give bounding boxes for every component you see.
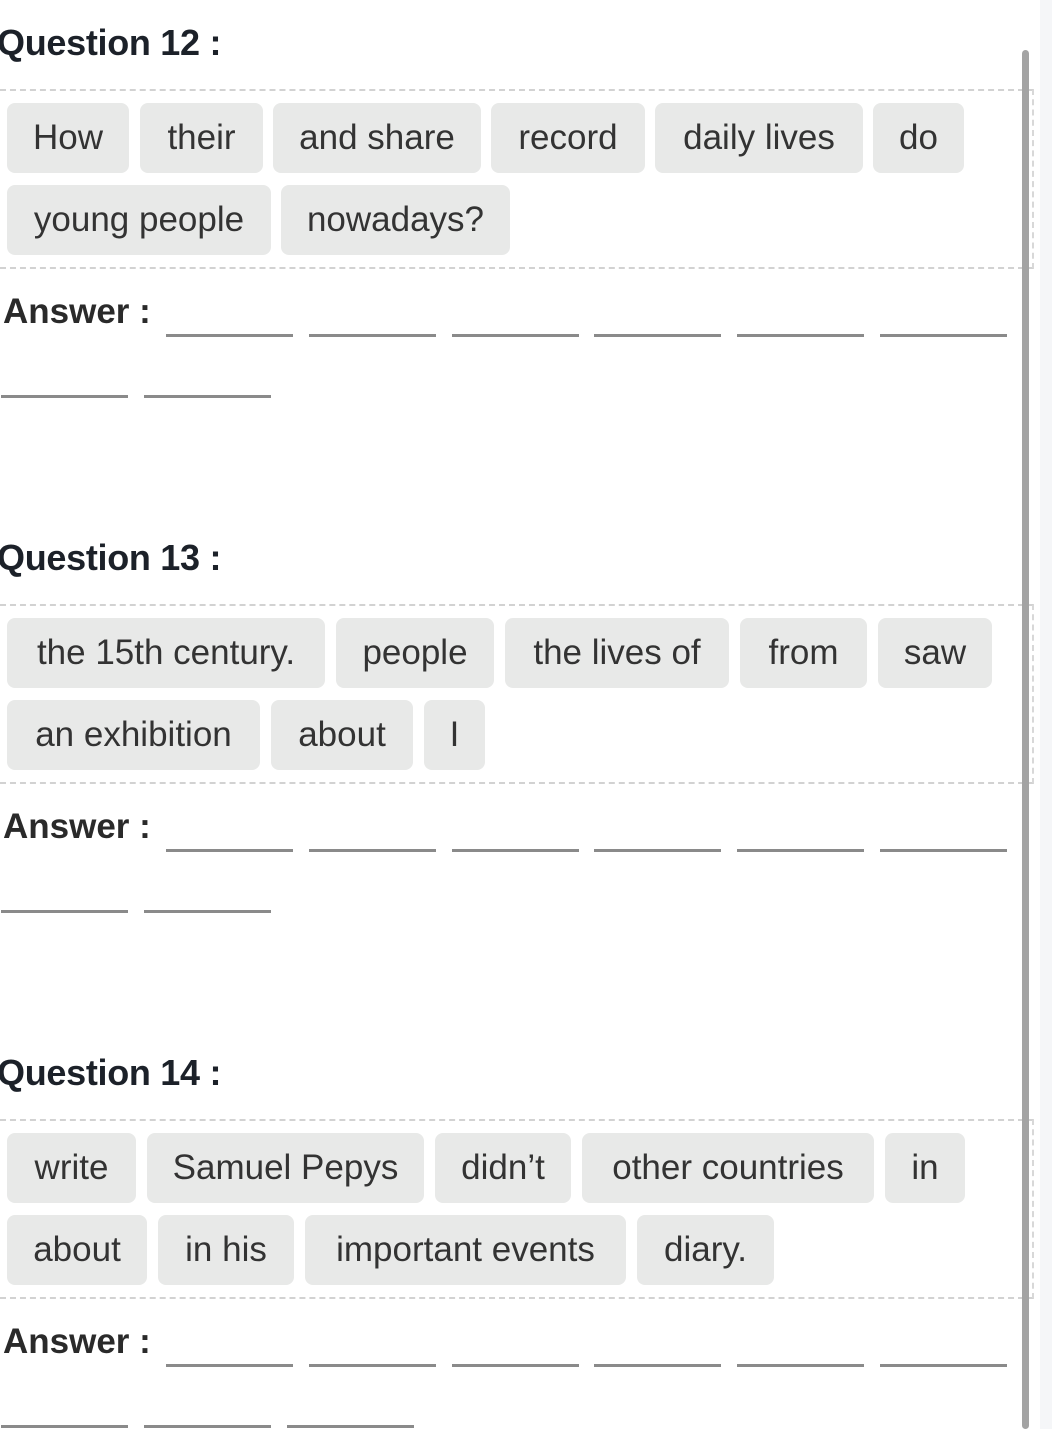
answer-blank[interactable] xyxy=(1,395,128,398)
word-bank: How their and share record daily lives d… xyxy=(0,89,1034,269)
answer-blank[interactable] xyxy=(166,334,293,337)
word-chip[interactable]: saw xyxy=(878,618,992,688)
answer-label: Answer : xyxy=(3,807,151,846)
answer-blank[interactable] xyxy=(880,334,1007,337)
word-chip[interactable]: their xyxy=(140,103,263,173)
answer-blank[interactable] xyxy=(880,849,1007,852)
word-chip[interactable]: the 15th century. xyxy=(7,618,325,688)
word-chip[interactable]: record xyxy=(491,103,645,173)
answer-blank[interactable] xyxy=(452,1364,579,1367)
word-chip[interactable]: write xyxy=(7,1133,136,1203)
word-chip[interactable]: in his xyxy=(158,1215,294,1285)
vertical-scrollbar[interactable] xyxy=(1022,50,1029,1429)
word-chip[interactable]: How xyxy=(7,103,129,173)
answer-blank[interactable] xyxy=(452,334,579,337)
answer-blank[interactable] xyxy=(287,1425,414,1428)
answer-label: Answer : xyxy=(3,292,151,331)
answer-blank[interactable] xyxy=(594,1364,721,1367)
word-bank: write Samuel Pepys didn’t other countrie… xyxy=(0,1119,1034,1299)
answer-blank[interactable] xyxy=(144,395,271,398)
word-chip[interactable]: I xyxy=(424,700,485,770)
answer-blank[interactable] xyxy=(166,1364,293,1367)
answer-blank[interactable] xyxy=(144,1425,271,1428)
answer-blank[interactable] xyxy=(309,1364,436,1367)
answer-blank[interactable] xyxy=(1,1425,128,1428)
answer-blank[interactable] xyxy=(737,1364,864,1367)
word-chip[interactable]: important events xyxy=(305,1215,626,1285)
question-title: Question 13 : xyxy=(0,537,222,578)
word-bank: the 15th century. people the lives of fr… xyxy=(0,604,1034,784)
answer-blank[interactable] xyxy=(166,849,293,852)
word-chip[interactable]: didn’t xyxy=(435,1133,571,1203)
answer-blank[interactable] xyxy=(309,849,436,852)
answer-label: Answer : xyxy=(3,1322,151,1361)
word-chip[interactable]: about xyxy=(271,700,413,770)
answer-blank[interactable] xyxy=(1,910,128,913)
word-chip[interactable]: an exhibition xyxy=(7,700,260,770)
question-title: Question 12 : xyxy=(0,22,222,63)
answer-blank[interactable] xyxy=(309,334,436,337)
answer-blank[interactable] xyxy=(594,334,721,337)
word-chip[interactable]: nowadays? xyxy=(281,185,510,255)
word-chip[interactable]: about xyxy=(7,1215,147,1285)
word-chip[interactable]: do xyxy=(873,103,964,173)
answer-blank[interactable] xyxy=(144,910,271,913)
answer-blank[interactable] xyxy=(452,849,579,852)
word-chip[interactable]: daily lives xyxy=(655,103,863,173)
word-chip[interactable]: young people xyxy=(7,185,271,255)
word-chip[interactable]: and share xyxy=(273,103,481,173)
word-chip[interactable]: other countries xyxy=(582,1133,874,1203)
word-chip[interactable]: diary. xyxy=(637,1215,774,1285)
word-chip[interactable]: Samuel Pepys xyxy=(147,1133,424,1203)
answer-blank[interactable] xyxy=(737,849,864,852)
word-chip[interactable]: the lives of xyxy=(505,618,729,688)
word-chip[interactable]: from xyxy=(740,618,867,688)
answer-blank[interactable] xyxy=(737,334,864,337)
question-title: Question 14 : xyxy=(0,1052,222,1093)
answer-blank[interactable] xyxy=(880,1364,1007,1367)
word-chip[interactable]: in xyxy=(885,1133,965,1203)
answer-blank[interactable] xyxy=(594,849,721,852)
word-chip[interactable]: people xyxy=(336,618,494,688)
page-gutter xyxy=(1040,0,1052,1429)
